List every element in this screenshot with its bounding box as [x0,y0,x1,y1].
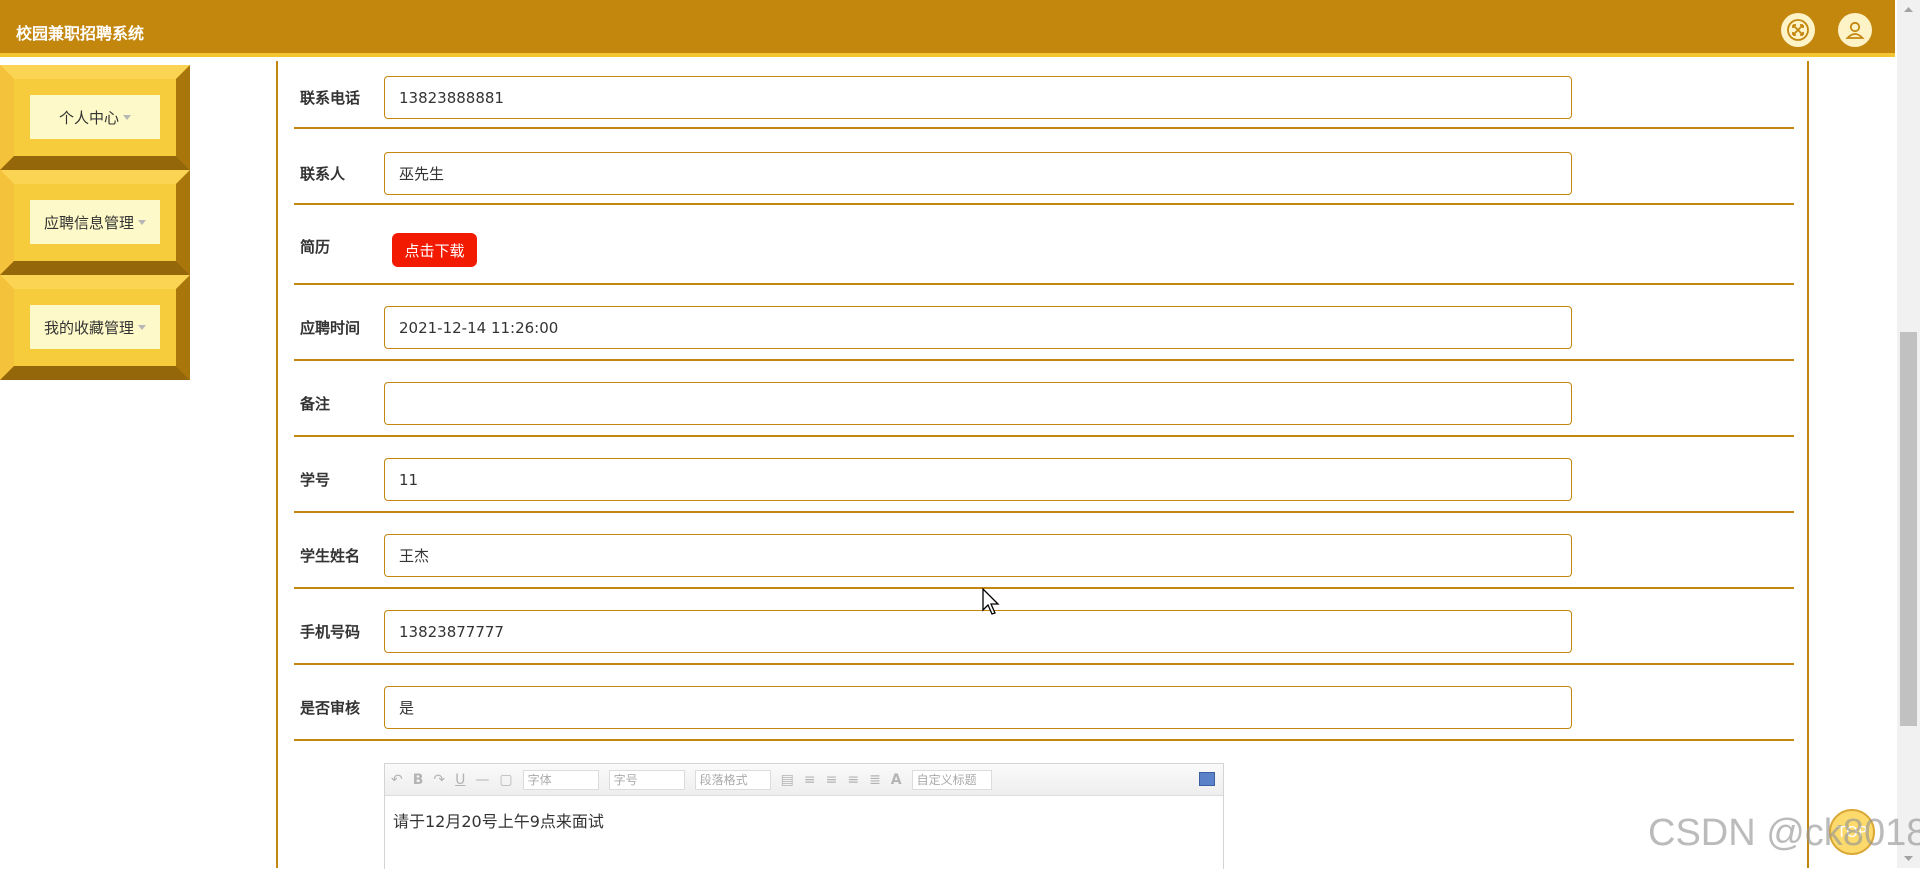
phone-field[interactable]: 13823888881 [384,76,1572,119]
align-right-icon[interactable]: ≡ [826,772,838,788]
chevron-up-icon [1904,7,1913,12]
mobile-field[interactable]: 13823877777 [384,610,1572,653]
sidebar-item-label: 我的收藏管理 [43,318,134,337]
sidebar-button-favorites-management[interactable]: 我的收藏管理 [30,305,160,349]
caret-down-icon [138,219,146,225]
contact-field[interactable]: 巫先生 [384,152,1572,195]
fullscreen-button[interactable] [1781,13,1815,47]
form-row-audit: 是否审核 是 [294,665,1794,741]
student-no-field[interactable]: 11 [384,458,1572,501]
sidebar-item-application-management[interactable]: 应聘信息管理 [0,170,190,275]
form-row-resume: 简历 点击下载 [294,205,1794,285]
font-color-icon[interactable]: A [891,772,902,788]
form-row-apply-time: 应聘时间 2021-12-14 11:26:00 [294,285,1794,361]
contact-label: 联系人 [300,165,346,183]
student-name-field[interactable]: 王杰 [384,534,1572,577]
sidebar-item-label: 个人中心 [58,108,119,127]
user-button[interactable] [1838,13,1872,47]
editor-content[interactable]: 请于12月20号上午9点来面试 [385,796,1223,844]
align-left-icon[interactable]: ≡ [804,772,816,788]
mouse-cursor-icon [982,588,1000,615]
scroll-thumb[interactable] [1900,332,1917,726]
form-row-student-name: 学生姓名 王杰 [294,513,1794,589]
student-name-label: 学生姓名 [300,547,361,565]
editor-toolbar: ↶ B ↷ U — ▢ 字体 字号 段落格式 ▤ ≡ ≡ ≡ ≣ A 自定义标题 [385,764,1223,796]
form-row-phone: 联系电话 13823888881 [294,61,1794,129]
align-center-icon[interactable]: ≡ [847,772,859,788]
audit-label: 是否审核 [300,699,361,717]
caret-down-icon [123,114,131,120]
custom-title-select[interactable]: 自定义标题 [911,769,992,790]
watermark: CSDN @ck8018 [1648,812,1920,854]
remark-field[interactable] [384,382,1572,425]
sidebar-item-label: 应聘信息管理 [43,213,134,232]
fullscreen-icon[interactable] [1199,772,1215,786]
expand-icon [1787,19,1809,41]
app-title: 校园兼职招聘系统 [16,24,145,43]
table-icon[interactable]: ▤ [781,772,794,788]
audit-field[interactable]: 是 [384,686,1572,729]
top-header: 校园兼职招聘系统 [0,0,1895,57]
remark-label: 备注 [300,395,331,413]
form-row-student-no: 学号 11 [294,437,1794,513]
caret-down-icon [138,324,146,330]
form-row-contact: 联系人 巫先生 [294,129,1794,205]
detail-form: 联系电话 13823888881 联系人 巫先生 简历 点击下载 应聘时间 20… [276,61,1809,869]
bold-icon[interactable]: B [413,772,424,788]
redo-icon[interactable]: ↷ [433,772,445,788]
mobile-label: 手机号码 [300,623,361,641]
apply-time-field[interactable]: 2021-12-14 11:26:00 [384,306,1572,349]
resume-label: 简历 [300,238,331,256]
sidebar-button-application-management[interactable]: 应聘信息管理 [30,200,160,244]
sidebar-item-personal-center[interactable]: 个人中心 [0,65,190,170]
horizontal-rule-icon[interactable]: — [475,772,489,788]
form-row-remark: 备注 [294,361,1794,437]
font-select[interactable]: 字体 [522,769,599,790]
scroll-up-button[interactable] [1897,0,1920,20]
page-scrollbar[interactable] [1897,0,1920,868]
paste-icon[interactable]: ▢ [499,772,512,788]
paragraph-select[interactable]: 段落格式 [694,769,771,790]
sidebar-item-favorites-management[interactable]: 我的收藏管理 [0,275,190,380]
justify-icon[interactable]: ≣ [869,772,881,788]
download-resume-button[interactable]: 点击下载 [392,233,477,267]
phone-label: 联系电话 [300,89,361,107]
underline-icon[interactable]: U [455,772,465,788]
user-icon [1845,21,1865,39]
sidebar-button-personal-center[interactable]: 个人中心 [30,95,160,139]
student-no-label: 学号 [300,471,331,489]
reply-editor[interactable]: ↶ B ↷ U — ▢ 字体 字号 段落格式 ▤ ≡ ≡ ≡ ≣ A 自定义标题… [384,763,1224,869]
apply-time-label: 应聘时间 [300,319,361,337]
undo-icon[interactable]: ↶ [391,772,403,788]
font-size-select[interactable]: 字号 [608,769,685,790]
form-row-mobile: 手机号码 13823877777 [294,589,1794,665]
